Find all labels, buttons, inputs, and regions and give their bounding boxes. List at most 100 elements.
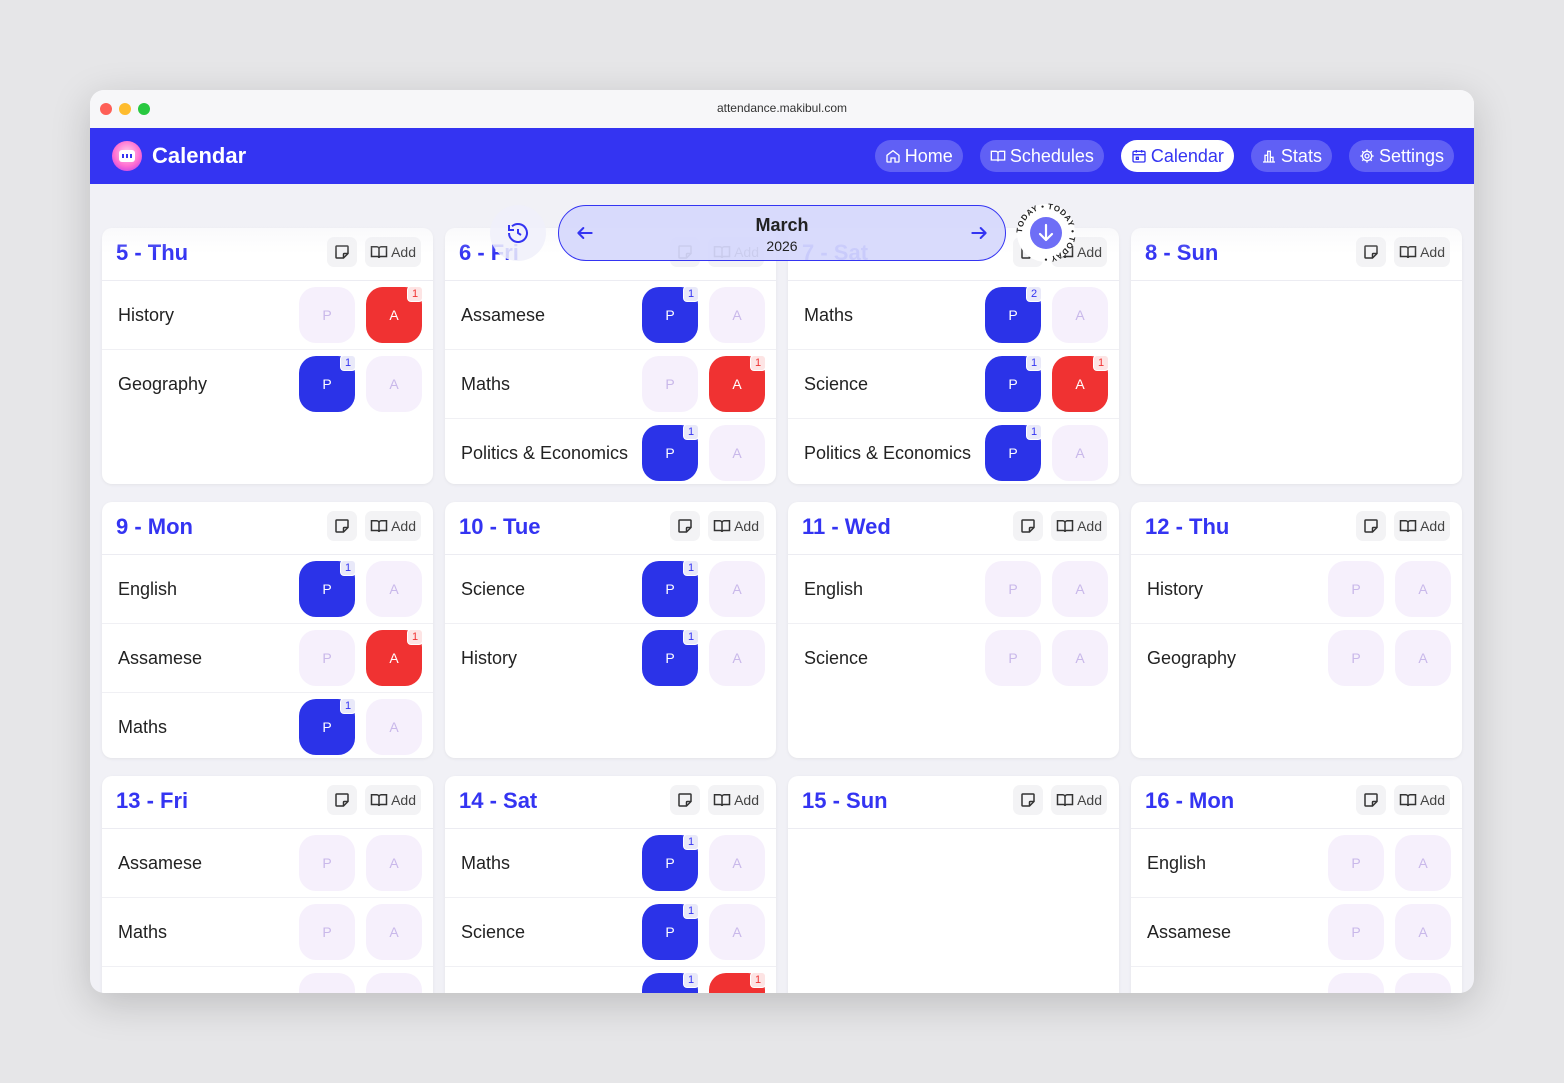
present-label: P: [322, 376, 332, 392]
mark-absent-button[interactable]: A1: [366, 629, 423, 686]
note-button[interactable]: [670, 785, 701, 815]
note-button[interactable]: [327, 237, 358, 267]
mark-present-button[interactable]: P1: [299, 355, 356, 412]
mark-absent-button[interactable]: A1: [709, 972, 766, 993]
mark-absent-button[interactable]: A: [366, 904, 422, 960]
class-row: Science P 1 A: [445, 898, 776, 967]
mark-present-button[interactable]: P1: [642, 424, 699, 481]
mark-present-button[interactable]: P1: [642, 834, 699, 891]
mark-absent-button[interactable]: A: [1395, 561, 1451, 617]
mark-present-button[interactable]: P: [1328, 904, 1384, 960]
add-class-button[interactable]: Add: [365, 785, 421, 815]
mark-present-button[interactable]: P2: [985, 286, 1042, 343]
mark-absent-button[interactable]: A: [366, 835, 422, 891]
mark-present-button[interactable]: P1: [642, 560, 699, 617]
day-title: 10 - Tue: [459, 514, 541, 539]
nav-calendar-label: Calendar: [1150, 145, 1224, 166]
nav-settings-button[interactable]: Settings: [1348, 140, 1454, 172]
add-class-button[interactable]: Add: [1051, 511, 1107, 541]
add-class-button[interactable]: Add: [365, 511, 421, 541]
mark-absent-button[interactable]: A: [709, 904, 765, 960]
add-class-button[interactable]: Add: [708, 785, 764, 815]
book-icon: [370, 243, 388, 261]
note-button[interactable]: [327, 511, 358, 541]
mark-present-button[interactable]: P: [1328, 561, 1384, 617]
add-class-button[interactable]: Add: [1051, 785, 1107, 815]
present-count-badge: 1: [340, 698, 356, 714]
mark-present-button[interactable]: P1: [985, 424, 1042, 481]
mark-present-button[interactable]: P: [299, 835, 355, 891]
mark-absent-button[interactable]: A1: [709, 355, 766, 412]
mark-absent-button[interactable]: A: [1395, 630, 1451, 686]
mark-present-button[interactable]: P: [1328, 835, 1384, 891]
mark-absent-button[interactable]: A1: [366, 286, 423, 343]
day-card-header: 10 - Tue Add: [445, 502, 776, 555]
note-button[interactable]: [1013, 785, 1044, 815]
mark-present-button[interactable]: P1: [642, 972, 699, 993]
mark-absent-button[interactable]: A: [709, 630, 765, 686]
note-button[interactable]: [670, 511, 701, 541]
mark-absent-button[interactable]: A: [709, 561, 765, 617]
mark-present-button[interactable]: P: [1328, 973, 1384, 993]
mark-absent-button[interactable]: A: [1052, 425, 1108, 481]
app-brand[interactable]: Calendar: [112, 141, 246, 171]
add-class-button[interactable]: Add: [708, 511, 764, 541]
mark-present-button[interactable]: P1: [642, 629, 699, 686]
mark-present-button[interactable]: P1: [642, 903, 699, 960]
present-count-badge: 1: [683, 560, 699, 576]
today-button[interactable]: TODAY • TODAY • TODAY •: [1016, 203, 1076, 263]
day-card-header: 16 - Mon Add: [1131, 776, 1462, 829]
mark-present-button[interactable]: P: [985, 630, 1041, 686]
add-class-button[interactable]: Add: [1394, 237, 1450, 267]
note-button[interactable]: [1356, 785, 1387, 815]
mark-absent-button[interactable]: A1: [1052, 355, 1109, 412]
nav-home-button[interactable]: Home: [874, 140, 963, 172]
nav-schedules-button[interactable]: Schedules: [979, 140, 1104, 172]
mark-absent-button[interactable]: A: [709, 425, 765, 481]
mark-absent-button[interactable]: A: [366, 561, 422, 617]
mark-present-button[interactable]: P: [299, 630, 355, 686]
sticky-note-icon: [333, 791, 351, 809]
nav-calendar-button[interactable]: Calendar: [1120, 140, 1234, 172]
subject-name: English: [1147, 853, 1207, 873]
day-tools: Add: [1013, 511, 1107, 541]
absent-label: A: [1075, 445, 1085, 461]
present-label: P: [665, 376, 675, 392]
mark-present-button[interactable]: P1: [299, 560, 356, 617]
note-button[interactable]: [1356, 511, 1387, 541]
mark-absent-button[interactable]: A: [1052, 287, 1108, 343]
day-card: 14 - SatAddMathsP1AScienceP1APolitics & …: [445, 776, 776, 993]
mark-present-button[interactable]: P1: [642, 286, 699, 343]
day-tools: Add: [670, 511, 764, 541]
mark-absent-button[interactable]: A: [1395, 904, 1451, 960]
mark-present-button[interactable]: P: [299, 287, 355, 343]
mark-absent-button[interactable]: A: [1052, 561, 1108, 617]
mark-absent-button[interactable]: A: [1395, 973, 1451, 993]
next-month-arrow-icon[interactable]: [969, 223, 989, 243]
add-class-button[interactable]: Add: [365, 237, 421, 267]
nav-stats-button[interactable]: Stats: [1250, 140, 1332, 172]
mark-absent-button[interactable]: A: [366, 356, 422, 412]
absent-label: A: [389, 719, 399, 735]
mark-present-button[interactable]: P: [299, 904, 355, 960]
add-class-button[interactable]: Add: [1394, 785, 1450, 815]
class-row: Science P 1 A 1: [788, 350, 1119, 419]
present-count-badge: 1: [683, 834, 699, 850]
mark-present-button[interactable]: P1: [985, 355, 1042, 412]
history-button[interactable]: [490, 205, 546, 261]
mark-absent-button[interactable]: A: [1395, 835, 1451, 891]
add-class-button[interactable]: Add: [1394, 511, 1450, 541]
mark-absent-button[interactable]: A: [366, 973, 422, 993]
mark-present-button[interactable]: P: [985, 561, 1041, 617]
mark-present-button[interactable]: P: [1328, 630, 1384, 686]
mark-absent-button[interactable]: A: [709, 287, 765, 343]
note-button[interactable]: [1013, 511, 1044, 541]
note-button[interactable]: [327, 785, 358, 815]
mark-absent-button[interactable]: A: [1052, 630, 1108, 686]
mark-present-button[interactable]: P: [642, 356, 698, 412]
mark-present-button[interactable]: P: [299, 973, 355, 993]
note-button[interactable]: [1356, 237, 1387, 267]
mark-absent-button[interactable]: A: [366, 699, 422, 755]
mark-present-button[interactable]: P1: [299, 698, 356, 755]
mark-absent-button[interactable]: A: [709, 835, 765, 891]
